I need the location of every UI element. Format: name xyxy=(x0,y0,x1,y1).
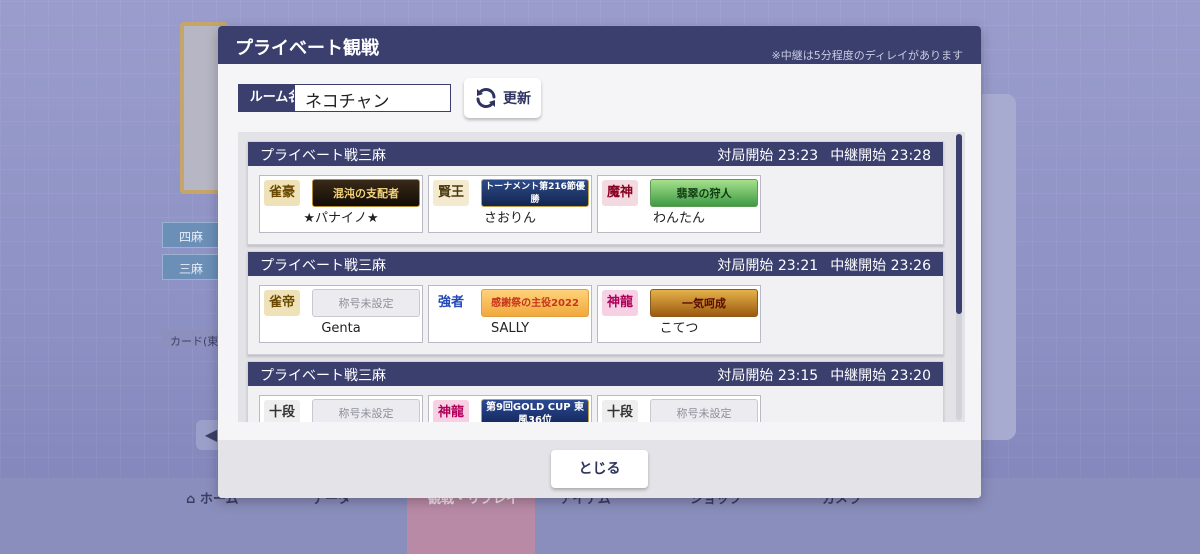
title-badge: 称号未設定 xyxy=(312,289,420,317)
rank-badge: 雀豪 xyxy=(264,180,300,206)
player-card[interactable]: 神龍 第9回GOLD CUP 東風36位 xyxy=(428,395,592,422)
room-times: 対局開始 23:15 中継開始 23:20 xyxy=(717,368,931,384)
player-name: さおりん xyxy=(483,211,536,226)
player-card[interactable]: 魔神 翡翠の狩人 わんたん xyxy=(597,175,761,233)
title-badge: 混沌の支配者 xyxy=(312,179,420,207)
title-badge: 第9回GOLD CUP 東風36位 xyxy=(481,399,589,422)
title-badge: 翡翠の狩人 xyxy=(650,179,758,207)
dialog-title: プライベート観戦 xyxy=(235,38,379,59)
player-card[interactable]: 神龍 一気呵成 こてつ xyxy=(597,285,761,343)
player-name: わんたん xyxy=(652,211,705,226)
room-times: 対局開始 23:21 中継開始 23:26 xyxy=(717,258,931,274)
room-type: プライベート戦三麻 xyxy=(260,148,386,164)
room-type: プライベート戦三麻 xyxy=(260,368,386,384)
title-badge: トーナメント第216節優勝 xyxy=(481,179,589,207)
dialog-header: プライベート観戦 ※中継は5分程度のディレイがあります xyxy=(218,26,981,64)
title-badge: 称号未設定 xyxy=(312,399,420,422)
scrollbar-thumb[interactable] xyxy=(956,134,962,314)
room-header: プライベート戦三麻 対局開始 23:15 中継開始 23:20 xyxy=(248,362,943,386)
player-card[interactable]: 十段 称号未設定 xyxy=(597,395,761,422)
refresh-label: 更新 xyxy=(503,91,531,107)
player-name: Genta xyxy=(321,321,361,336)
rank-badge: 十段 xyxy=(602,400,638,422)
room-times: 対局開始 23:23 中継開始 23:28 xyxy=(717,148,931,164)
dialog-body: ルーム名 ネコチャン 更新 プライベート戦三麻 対局開始 23:23 中継開始 … xyxy=(218,64,981,440)
player-card[interactable]: 雀帝 称号未設定 Genta xyxy=(259,285,423,343)
room-list-scrollbar[interactable] xyxy=(956,134,962,420)
rank-badge: 雀帝 xyxy=(264,290,300,316)
rank-badge: 十段 xyxy=(264,400,300,422)
player-name: こてつ xyxy=(659,321,699,336)
refresh-button[interactable]: 更新 xyxy=(464,78,541,118)
player-name: SALLY xyxy=(490,321,530,336)
background-right-panel xyxy=(982,94,1016,440)
player-card[interactable]: 雀豪 混沌の支配者 ★パナイノ★ xyxy=(259,175,423,233)
rank-badge: 神龍 xyxy=(433,400,469,422)
player-card[interactable]: 賢王 トーナメント第216節優勝 さおりん xyxy=(428,175,592,233)
player-list: 雀帝 称号未設定 Genta 強者 感謝祭の主役2022 SALLY 神龍 一気… xyxy=(259,285,761,343)
room-type: プライベート戦三麻 xyxy=(260,258,386,274)
room-header: プライベート戦三麻 対局開始 23:21 中継開始 23:26 xyxy=(248,252,943,276)
player-list: 十段 称号未設定 神龍 第9回GOLD CUP 東風36位 十段 称号未設定 xyxy=(259,395,761,422)
rank-badge: 強者 xyxy=(433,290,469,316)
private-spectate-dialog: プライベート観戦 ※中継は5分程度のディレイがあります ルーム名 ネコチャン 更… xyxy=(218,26,981,498)
rank-badge: 神龍 xyxy=(602,290,638,316)
room-name-input[interactable]: ネコチャン xyxy=(294,84,451,112)
close-button[interactable]: とじる xyxy=(551,450,648,488)
refresh-icon xyxy=(476,88,496,108)
title-badge: 称号未設定 xyxy=(650,399,758,422)
room-card[interactable]: プライベート戦三麻 対局開始 23:23 中継開始 23:28 雀豪 混沌の支配… xyxy=(247,141,944,245)
room-card[interactable]: プライベート戦三麻 対局開始 23:21 中継開始 23:26 雀帝 称号未設定… xyxy=(247,251,944,355)
delay-note: ※中継は5分程度のディレイがあります xyxy=(771,49,963,62)
title-badge: 感謝祭の主役2022 xyxy=(481,289,589,317)
dialog-footer: とじる xyxy=(218,440,981,498)
player-list: 雀豪 混沌の支配者 ★パナイノ★ 賢王 トーナメント第216節優勝 さおりん 魔… xyxy=(259,175,761,233)
player-card[interactable]: 強者 感謝祭の主役2022 SALLY xyxy=(428,285,592,343)
room-header: プライベート戦三麻 対局開始 23:23 中継開始 23:28 xyxy=(248,142,943,166)
player-name: ★パナイノ★ xyxy=(303,211,379,226)
room-card[interactable]: プライベート戦三麻 対局開始 23:15 中継開始 23:20 十段 称号未設定… xyxy=(247,361,944,422)
room-list[interactable]: プライベート戦三麻 対局開始 23:23 中継開始 23:28 雀豪 混沌の支配… xyxy=(238,132,965,422)
title-badge: 一気呵成 xyxy=(650,289,758,317)
rank-badge: 魔神 xyxy=(602,180,638,206)
rank-badge: 賢王 xyxy=(433,180,469,206)
player-card[interactable]: 十段 称号未設定 xyxy=(259,395,423,422)
